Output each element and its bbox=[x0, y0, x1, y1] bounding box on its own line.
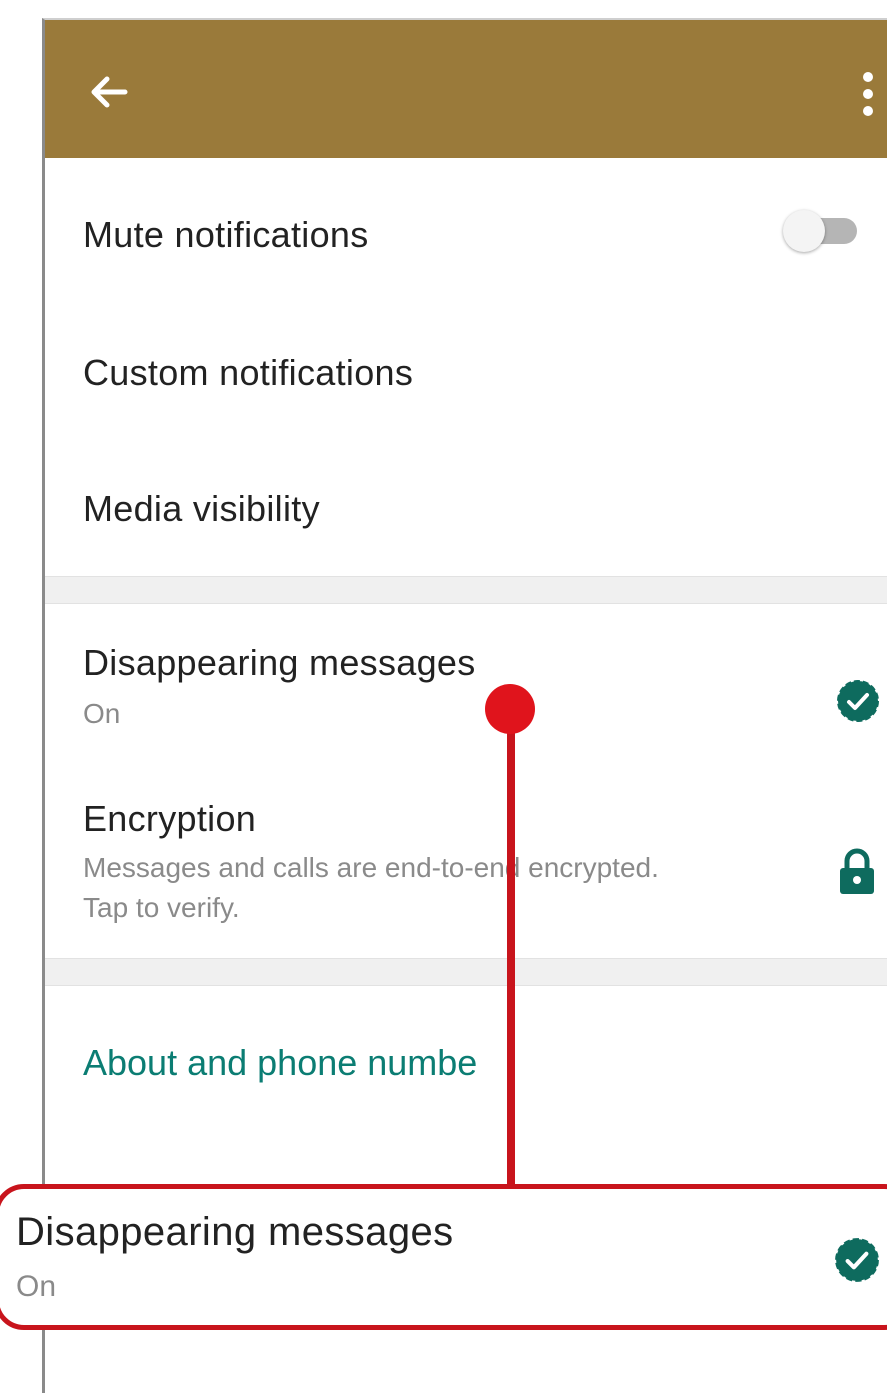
about-and-phone-number-header[interactable]: About and phone numbe bbox=[83, 1042, 477, 1084]
back-button[interactable] bbox=[81, 64, 137, 120]
encryption-row[interactable]: Encryption Messages and calls are end-to… bbox=[45, 780, 887, 950]
disappearing-timer-icon bbox=[837, 680, 879, 722]
arrow-left-icon bbox=[91, 76, 128, 108]
custom-notifications-label: Custom notifications bbox=[83, 352, 414, 393]
app-bar bbox=[45, 20, 887, 158]
mute-notifications-label: Mute notifications bbox=[83, 214, 369, 255]
mute-notifications-toggle[interactable] bbox=[783, 208, 863, 252]
encryption-description-line2: Tap to verify. bbox=[83, 892, 240, 923]
callout-connector-line bbox=[507, 708, 515, 1186]
disappearing-messages-label: Disappearing messages bbox=[83, 642, 476, 683]
media-visibility-label: Media visibility bbox=[83, 488, 320, 529]
disappearing-messages-status: On bbox=[83, 698, 121, 729]
disappearing-timer-icon bbox=[835, 1238, 879, 1282]
callout-status: On bbox=[16, 1270, 57, 1303]
more-options-button[interactable] bbox=[853, 64, 883, 124]
callout-title: Disappearing messages bbox=[16, 1210, 454, 1254]
toggle-thumb bbox=[783, 210, 825, 252]
callout-marker-dot bbox=[485, 684, 535, 734]
custom-notifications-row[interactable]: Custom notifications bbox=[45, 320, 887, 430]
mute-notifications-row[interactable]: Mute notifications bbox=[45, 180, 887, 290]
callout-zoom-box bbox=[0, 1184, 887, 1330]
media-visibility-row[interactable]: Media visibility bbox=[45, 456, 887, 566]
section-divider bbox=[45, 576, 887, 604]
lock-icon bbox=[840, 848, 874, 894]
more-vertical-icon bbox=[863, 72, 873, 116]
disappearing-messages-row[interactable]: Disappearing messages On bbox=[45, 620, 887, 760]
encryption-description-line1: Messages and calls are end-to-end encryp… bbox=[83, 852, 659, 883]
encryption-label: Encryption bbox=[83, 798, 257, 839]
section-divider bbox=[45, 958, 887, 986]
